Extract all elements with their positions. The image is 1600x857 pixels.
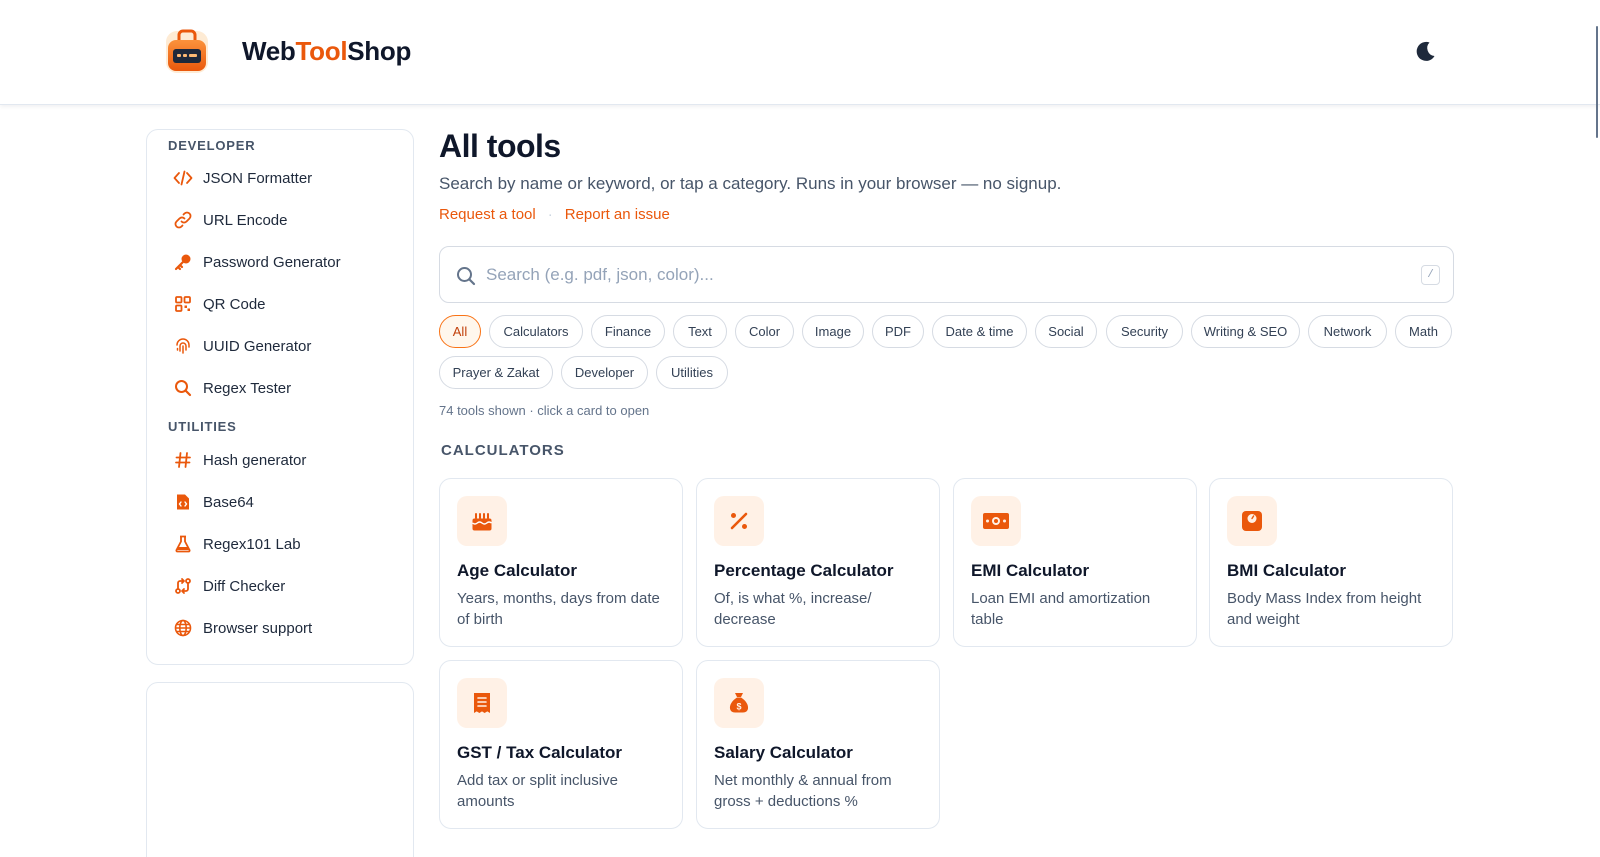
category-chip-network[interactable]: Network (1308, 315, 1387, 348)
tool-card-bmi-calculator[interactable]: BMI Calculator Body Mass Index from heig… (1209, 478, 1453, 647)
sidebar-secondary-panel (146, 682, 414, 857)
section-title-calculators: CALCULATORS (441, 442, 565, 459)
sidebar-item-base64[interactable]: Base64 (167, 485, 395, 519)
card-description: Net monthly & annual from gross + deduct… (714, 772, 892, 810)
percent-icon (714, 496, 764, 546)
sidebar-item-label: URL Encode (203, 211, 288, 229)
sidebar-item-label: Regex101 Lab (203, 535, 301, 553)
sidebar-item-browser-support[interactable]: Browser support (167, 611, 395, 645)
card-title: BMI Calculator (1227, 561, 1347, 580)
diff-icon (173, 576, 193, 596)
globe-icon (173, 618, 193, 638)
category-chip-image[interactable]: Image (802, 315, 864, 348)
sidebar-item-label: Base64 (203, 493, 254, 511)
category-chip-utilities[interactable]: Utilities (656, 356, 728, 389)
brand-accent: Tool (295, 36, 348, 66)
sidebar-item-label: Hash generator (203, 451, 307, 469)
link-icon (173, 210, 193, 230)
qr-code-icon (173, 294, 193, 314)
link-separator: · (547, 206, 553, 223)
scale-icon (1227, 496, 1277, 546)
card-description: Add tax or split inclusive amounts (457, 772, 618, 810)
sidebar-item-label: Diff Checker (203, 577, 286, 595)
tool-card-emi-calculator[interactable]: EMI Calculator Loan EMI and amortization… (953, 478, 1197, 647)
category-chip-text[interactable]: Text (673, 315, 727, 348)
moon-icon[interactable] (1410, 36, 1440, 66)
sidebar-item-url-encode[interactable]: URL Encode (167, 203, 395, 237)
tool-card-salary-calculator[interactable]: $ Salary Calculator Net monthly & annual… (696, 660, 940, 829)
card-description: Years, months, days from date of birth (457, 590, 660, 628)
card-description: Of, is what %, increase/ decrease (714, 590, 872, 628)
brand-suffix: Shop (347, 36, 412, 66)
category-chip-writing-seo[interactable]: Writing & SEO (1191, 315, 1300, 348)
tools-count-text: 74 tools shown · click a card to open (439, 403, 650, 418)
category-chip-math[interactable]: Math (1395, 315, 1452, 348)
sidebar-item-label: Password Generator (203, 253, 341, 271)
cake-icon (457, 496, 507, 546)
svg-text:$: $ (736, 702, 741, 712)
category-chip-calculators[interactable]: Calculators (489, 315, 583, 348)
sidebar-item-label: Browser support (203, 619, 313, 637)
sidebar-item-hash-generator[interactable]: Hash generator (167, 443, 395, 477)
category-chip-date-time[interactable]: Date & time (932, 315, 1027, 348)
page-subtitle: Search by name or keyword, or tap a cate… (439, 174, 1062, 193)
sidebar-item-label: UUID Generator (203, 337, 312, 355)
sidebar-item-label: QR Code (203, 295, 266, 313)
category-chip-all[interactable]: All (439, 315, 481, 348)
sidebar-item-label: Regex Tester (203, 379, 292, 397)
page-title: All tools (439, 128, 561, 164)
scrollbar-thumb[interactable] (1596, 26, 1598, 138)
category-chip-social[interactable]: Social (1035, 315, 1097, 348)
card-title: EMI Calculator (971, 561, 1090, 580)
card-title: Salary Calculator (714, 743, 853, 762)
card-title: Percentage Calculator (714, 561, 894, 580)
sidebar-section-developer: DEVELOPER (168, 138, 256, 153)
tool-card-gst-tax-calculator[interactable]: GST / Tax Calculator Add tax or split in… (439, 660, 683, 829)
category-chip-prayer-zakat[interactable]: Prayer & Zakat (439, 356, 553, 389)
category-chip-developer[interactable]: Developer (561, 356, 648, 389)
request-tool-link[interactable]: Request a tool (439, 206, 536, 223)
category-chip-security[interactable]: Security (1106, 315, 1183, 348)
search-input[interactable] (486, 257, 1386, 293)
flask-icon (173, 534, 193, 554)
card-title: Age Calculator (457, 561, 577, 580)
sidebar-item-json-formatter[interactable]: JSON Formatter (167, 161, 395, 195)
sidebar-item-password-generator[interactable]: Password Generator (167, 245, 395, 279)
tool-card-percentage-calculator[interactable]: Percentage Calculator Of, is what %, inc… (696, 478, 940, 647)
key-icon (173, 252, 193, 272)
sidebar-item-qr-code[interactable]: QR Code (167, 287, 395, 321)
search-shortcut-hint: / (1421, 265, 1440, 285)
sidebar-item-uuid-generator[interactable]: UUID Generator (167, 329, 395, 363)
card-description: Loan EMI and amortization table (971, 590, 1151, 628)
category-chip-pdf[interactable]: PDF (872, 315, 924, 348)
toolbox-logo-icon[interactable] (164, 27, 210, 75)
sidebar-section-utilities: UTILITIES (168, 419, 237, 434)
money-bag-icon: $ (714, 678, 764, 728)
category-chip-color[interactable]: Color (735, 315, 794, 348)
hash-icon (173, 450, 193, 470)
search-box[interactable]: / (439, 246, 1454, 303)
brand-name[interactable]: WebToolShop (242, 36, 411, 67)
sidebar-item-regex101-lab[interactable]: Regex101 Lab (167, 527, 395, 561)
top-header: WebToolShop (0, 0, 1600, 105)
brand-prefix: Web (242, 36, 296, 66)
card-description: Body Mass Index from height and weight (1227, 590, 1422, 628)
code-icon (173, 168, 193, 188)
sidebar-item-regex-tester[interactable]: Regex Tester (167, 371, 395, 405)
receipt-icon (457, 678, 507, 728)
category-chip-finance[interactable]: Finance (591, 315, 665, 348)
sidebar-item-diff-checker[interactable]: Diff Checker (167, 569, 395, 603)
card-title: GST / Tax Calculator (457, 743, 623, 762)
report-issue-link[interactable]: Report an issue (565, 206, 670, 223)
header-links: Request a tool · Report an issue (439, 206, 670, 223)
fingerprint-icon (173, 336, 193, 356)
search-icon (173, 378, 193, 398)
money-icon (971, 496, 1021, 546)
sidebar: DEVELOPER JSON Formatter URL Encode Pass… (146, 129, 414, 665)
file-code-icon (173, 492, 193, 512)
tool-card-age-calculator[interactable]: Age Calculator Years, months, days from … (439, 478, 683, 647)
search-icon (457, 267, 476, 286)
sidebar-item-label: JSON Formatter (203, 169, 313, 187)
